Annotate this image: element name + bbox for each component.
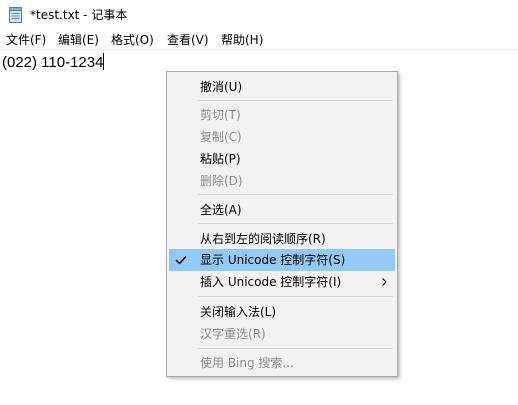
ctx-show-unicode-label: 显示 Unicode 控制字符(S) xyxy=(200,253,346,267)
context-menu: 撤消(U) 剪切(T) 复制(C) 粘贴(P) 删除(D) 全选(A) 从右到左… xyxy=(166,71,398,377)
ctx-undo[interactable]: 撤消(U) xyxy=(169,76,395,98)
title-bar[interactable]: *test.txt - 记事本 xyxy=(0,0,518,30)
ctx-search-bing-label: 使用 Bing 搜索... xyxy=(200,356,294,370)
ctx-select-all[interactable]: 全选(A) xyxy=(169,199,395,221)
menu-format[interactable]: 格式(O) xyxy=(111,32,154,48)
submenu-arrow-icon xyxy=(382,278,387,286)
ctx-close-ime[interactable]: 关闭输入法(L) xyxy=(169,301,395,323)
ctx-close-ime-label: 关闭输入法(L) xyxy=(200,305,277,319)
ctx-insert-unicode-label: 插入 Unicode 控制字符(I) xyxy=(200,275,342,289)
ctx-copy[interactable]: 复制(C) xyxy=(169,126,395,148)
ctx-undo-label: 撤消(U) xyxy=(200,80,243,94)
menu-help[interactable]: 帮助(H) xyxy=(221,32,263,48)
window-title: *test.txt - 记事本 xyxy=(30,8,128,22)
notepad-window: *test.txt - 记事本 文件(F) 编辑(E) 格式(O) 查看(V) … xyxy=(0,0,518,405)
ctx-separator xyxy=(198,296,393,297)
ctx-separator xyxy=(198,100,393,101)
checkmark-icon xyxy=(175,256,187,265)
ctx-select-all-label: 全选(A) xyxy=(200,203,242,217)
menu-edit[interactable]: 编辑(E) xyxy=(58,32,99,48)
ctx-reconversion[interactable]: 汉字重选(R) xyxy=(169,323,395,345)
ctx-cut-label: 剪切(T) xyxy=(200,108,241,122)
ctx-separator xyxy=(198,194,393,195)
ctx-separator xyxy=(198,223,393,224)
ctx-show-unicode-control[interactable]: 显示 Unicode 控制字符(S) xyxy=(169,249,395,271)
ctx-copy-label: 复制(C) xyxy=(200,130,242,144)
ctx-paste-label: 粘贴(P) xyxy=(200,152,241,166)
editor-content: (022) 110-1234 xyxy=(2,54,104,71)
ctx-insert-unicode-control[interactable]: 插入 Unicode 控制字符(I) xyxy=(169,271,395,293)
ctx-cut[interactable]: 剪切(T) xyxy=(169,104,395,126)
menu-view[interactable]: 查看(V) xyxy=(167,32,209,48)
ctx-reconversion-label: 汉字重选(R) xyxy=(200,327,266,341)
menu-bar: 文件(F) 编辑(E) 格式(O) 查看(V) 帮助(H) xyxy=(0,30,518,50)
ctx-rtl-label: 从右到左的阅读顺序(R) xyxy=(200,232,326,246)
notepad-icon xyxy=(9,7,22,23)
menu-file[interactable]: 文件(F) xyxy=(6,32,46,48)
ctx-search-bing[interactable]: 使用 Bing 搜索... xyxy=(169,352,395,374)
ctx-delete-label: 删除(D) xyxy=(200,174,243,188)
text-caret xyxy=(103,53,105,70)
editor-line: (022) 110-1234 xyxy=(2,53,105,72)
ctx-separator xyxy=(198,348,393,349)
ctx-paste[interactable]: 粘贴(P) xyxy=(169,148,395,170)
ctx-rtl-reading-order[interactable]: 从右到左的阅读顺序(R) xyxy=(169,228,395,250)
ctx-delete[interactable]: 删除(D) xyxy=(169,170,395,192)
